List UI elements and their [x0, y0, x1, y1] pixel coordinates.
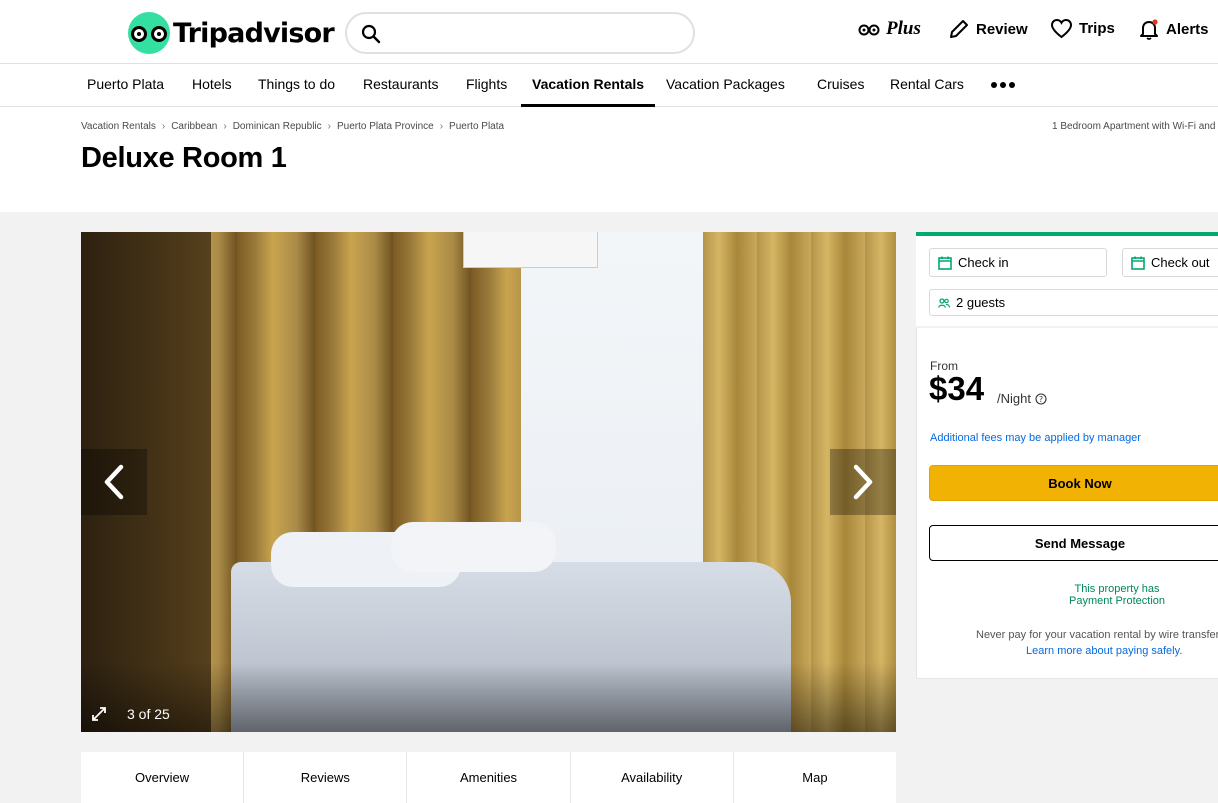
top-header: Tripadvisor Plus Review Trips Alerts	[0, 0, 1218, 64]
breadcrumb-caribbean[interactable]: Caribbean	[171, 121, 217, 132]
nav-rental-cars[interactable]: Rental Cars	[890, 76, 964, 92]
nav-flights[interactable]: Flights	[466, 76, 507, 92]
fees-note: Additional fees may be applied by manage…	[930, 432, 1141, 444]
previous-photo-button[interactable]	[81, 449, 147, 515]
info-icon[interactable]: ?	[1035, 392, 1047, 405]
search-icon[interactable]	[361, 24, 381, 44]
more-options-icon[interactable]	[991, 82, 1015, 88]
air-conditioner	[463, 232, 598, 268]
nav-puerto-plata[interactable]: Puerto Plata	[87, 76, 164, 92]
review-label: Review	[976, 20, 1028, 38]
photo-counter: 3 of 25	[127, 706, 170, 722]
pencil-icon	[950, 20, 968, 38]
send-message-button[interactable]: Send Message	[929, 525, 1218, 561]
alerts-link[interactable]: Alerts	[1138, 18, 1209, 40]
active-tab-underline	[521, 104, 655, 107]
nav-restaurants[interactable]: Restaurants	[363, 76, 438, 92]
category-nav: Puerto Plata Hotels Things to do Restaur…	[0, 64, 1218, 107]
breadcrumb-vacation-rentals[interactable]: Vacation Rentals	[81, 121, 156, 132]
chevron-left-icon	[104, 464, 124, 500]
learn-more-link[interactable]: Learn more about paying safely.	[1026, 645, 1182, 657]
book-now-button[interactable]: Book Now	[929, 465, 1218, 501]
search-bar[interactable]	[345, 12, 695, 54]
heart-icon	[1050, 18, 1073, 39]
check-out-field[interactable]: Check out	[1122, 248, 1218, 277]
wire-transfer-warning: Never pay for your vacation rental by wi…	[976, 629, 1218, 641]
plus-label: Plus	[886, 18, 921, 39]
nav-hotels[interactable]: Hotels	[192, 76, 232, 92]
search-input[interactable]	[391, 20, 681, 46]
chevron-right-icon: ›	[439, 121, 444, 132]
tripadvisor-logo[interactable]: Tripadvisor	[128, 12, 335, 54]
plus-link[interactable]: Plus	[858, 18, 921, 40]
owl-logo-icon	[128, 12, 170, 54]
booking-panel: From $34 /Night ? Additional fees may be…	[916, 328, 1218, 679]
tab-map[interactable]: Map	[733, 752, 897, 803]
brand-name: Tripadvisor	[173, 17, 335, 49]
breadcrumb-dominican-republic[interactable]: Dominican Republic	[233, 121, 322, 132]
calendar-icon	[938, 256, 952, 270]
booking-dates-panel: Check in Check out 2 guests	[916, 232, 1218, 326]
tab-availability[interactable]: Availability	[570, 752, 734, 803]
chevron-right-icon	[853, 464, 873, 500]
tab-amenities[interactable]: Amenities	[407, 752, 571, 803]
svg-text:?: ?	[1039, 395, 1043, 404]
chevron-right-icon: ›	[223, 121, 227, 132]
next-photo-button[interactable]	[830, 449, 896, 515]
bell-icon	[1140, 19, 1158, 40]
guests-label: 2 guests	[956, 295, 1006, 310]
nightly-price: $34	[929, 370, 985, 407]
tab-reviews[interactable]: Reviews	[244, 752, 408, 803]
chevron-right-icon: ›	[161, 121, 166, 132]
expand-icon[interactable]	[91, 706, 107, 722]
check-out-label: Check out	[1151, 255, 1210, 270]
protection-line-2: Payment Protection	[1069, 595, 1165, 607]
calendar-icon	[1131, 256, 1145, 270]
payment-protection-note: This property has Payment Protection	[1027, 583, 1207, 607]
nav-vacation-rentals[interactable]: Vacation Rentals	[532, 76, 644, 92]
check-in-label: Check in	[958, 255, 1009, 270]
protection-line-1: This property has	[1074, 583, 1160, 595]
trips-link[interactable]: Trips	[1050, 18, 1115, 39]
guests-field[interactable]: 2 guests	[929, 289, 1218, 316]
owl-eyes-icon	[858, 24, 880, 36]
nav-things-to-do[interactable]: Things to do	[258, 76, 335, 92]
alerts-label: Alerts	[1166, 20, 1209, 38]
trips-label: Trips	[1079, 20, 1115, 37]
per-night-label: /Night	[997, 391, 1031, 406]
page-title: Deluxe Room 1	[81, 142, 287, 174]
nav-cruises[interactable]: Cruises	[817, 76, 864, 92]
breadcrumb-current-listing: 1 Bedroom Apartment with Wi-Fi and	[1052, 121, 1216, 132]
chevron-right-icon: ›	[327, 121, 331, 132]
listing-tabs: Overview Reviews Amenities Availability …	[81, 752, 897, 803]
tab-overview[interactable]: Overview	[81, 752, 245, 803]
nav-vacation-packages[interactable]: Vacation Packages	[666, 76, 785, 92]
check-in-field[interactable]: Check in	[929, 248, 1107, 277]
breadcrumb: Vacation Rentals › Caribbean › Dominican…	[81, 121, 504, 132]
guests-icon	[938, 297, 950, 308]
breadcrumb-puerto-plata[interactable]: Puerto Plata	[449, 121, 504, 132]
review-link[interactable]: Review	[948, 18, 1028, 40]
per-night-unit: /Night ?	[997, 391, 1047, 406]
breadcrumb-puerto-plata-province[interactable]: Puerto Plata Province	[337, 121, 434, 132]
photo-gallery[interactable]: 3 of 25	[81, 232, 896, 732]
